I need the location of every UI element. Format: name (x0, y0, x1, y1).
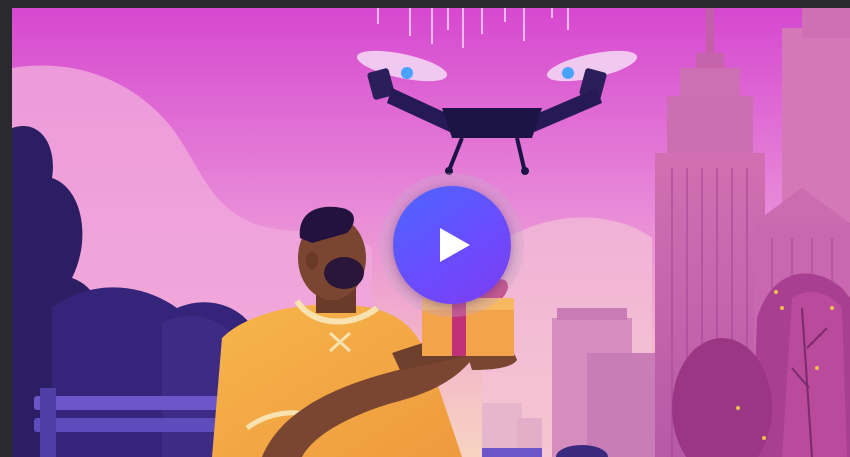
play-button-inner[interactable] (393, 186, 511, 304)
video-player[interactable] (12, 8, 850, 457)
play-icon (440, 228, 470, 262)
play-button[interactable] (380, 173, 524, 317)
